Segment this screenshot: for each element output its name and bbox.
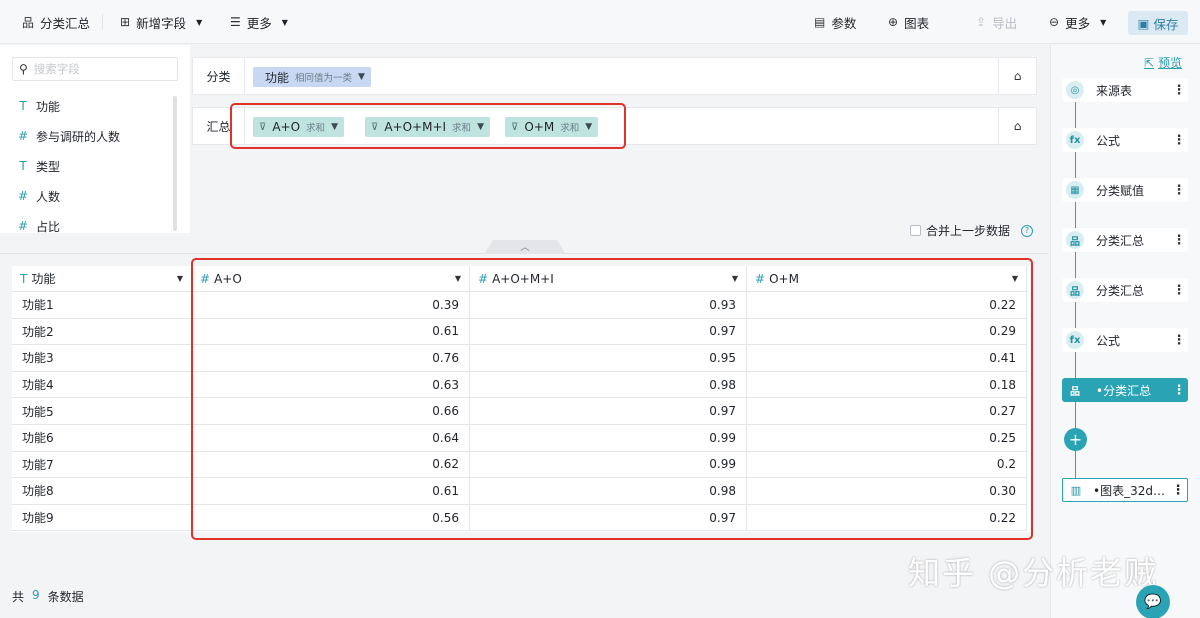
- row-label-cell: 功能3: [12, 345, 192, 372]
- row-label-cell: 功能8: [12, 478, 192, 505]
- chart-icon: ▥: [1070, 483, 1082, 497]
- add-field-button[interactable]: ⊞ 新增字段 ▼: [120, 0, 202, 44]
- merge-previous-option[interactable]: 合并上一步数据 ?: [910, 222, 1034, 239]
- row-label-cell: 功能2: [12, 318, 192, 346]
- highlight-box-summary: [230, 103, 626, 149]
- highlight-box-table: [191, 258, 1033, 540]
- pipeline-step[interactable]: fx 公式 ⋮: [1062, 128, 1188, 152]
- chevron-down-icon[interactable]: ▼: [358, 72, 365, 82]
- list-icon: ☰: [230, 15, 241, 29]
- row-label-cell: 功能6: [12, 425, 192, 452]
- merge-checkbox[interactable]: [910, 225, 921, 236]
- group-by-row: 分类 功能 相同值为一类 ▼ ⌂: [192, 57, 1037, 95]
- more-menu-right[interactable]: ⊖ 更多 ▼: [1049, 0, 1106, 44]
- chevron-down-icon[interactable]: ▼: [177, 274, 183, 283]
- assign-icon: ▦: [1066, 181, 1084, 199]
- formula-icon: fx: [1066, 331, 1084, 349]
- watermark: 知乎 @分析老贼: [908, 554, 1159, 592]
- export-icon: ⇪: [976, 15, 987, 29]
- formula-icon: fx: [1066, 131, 1084, 149]
- help-icon[interactable]: ?: [1021, 224, 1034, 237]
- search-icon: ⚲: [19, 62, 28, 76]
- preview-link[interactable]: ⇱ 预览: [1144, 54, 1182, 71]
- chevron-down-icon: ▼: [281, 17, 288, 27]
- chat-help-button[interactable]: 💬: [1136, 585, 1170, 618]
- clear-icon[interactable]: ⌂: [998, 58, 1036, 94]
- fields-panel: ⚲ T 功能 # 参与调研的人数 T 类型 # 人数 # 占比: [0, 45, 190, 234]
- chevron-down-icon: ▼: [196, 17, 203, 27]
- search-box[interactable]: ⚲: [12, 57, 178, 81]
- row-label-cell: 功能1: [12, 292, 192, 319]
- more-vertical-icon[interactable]: ⋮: [1170, 283, 1188, 298]
- more-vertical-icon[interactable]: ⋮: [1170, 83, 1188, 98]
- pipeline-step[interactable]: ▦ 分类赋值 ⋮: [1062, 178, 1188, 202]
- add-step-button[interactable]: +: [1064, 428, 1087, 451]
- preview-icon: ⇱: [1144, 55, 1155, 70]
- pipeline-step[interactable]: 品分类汇总 ⋮: [1062, 228, 1188, 252]
- pipeline-step[interactable]: ◎ 来源表 ⋮: [1062, 78, 1188, 102]
- chart-step[interactable]: ▥ •图表_32d1... ⋮: [1062, 478, 1188, 502]
- add-circle-icon: ⊕: [888, 15, 899, 29]
- add-field-icon: ⊞: [120, 15, 131, 29]
- text-type-icon: T: [19, 159, 27, 173]
- export-button[interactable]: ⇪ 导出: [976, 0, 1017, 44]
- save-button[interactable]: ▣ 保存: [1128, 11, 1188, 35]
- search-input[interactable]: [33, 62, 164, 76]
- group-summary-icon: 品: [22, 15, 35, 30]
- row-label-cell: 功能7: [12, 451, 192, 479]
- params-icon: ▤: [814, 15, 826, 29]
- toolbar-title[interactable]: 品 分类汇总: [22, 0, 90, 44]
- text-type-icon: T: [20, 271, 28, 286]
- top-toolbar: 品 分类汇总 ⊞ 新增字段 ▼ ☰ 更多 ▼ ▤ 参数 ⊕ 图表 ⇪ 导出 ⊖ …: [0, 0, 1200, 44]
- more-vertical-icon[interactable]: ⋮: [1170, 133, 1188, 148]
- chevron-down-icon: ▼: [1100, 17, 1107, 27]
- more-circle-icon: ⊖: [1049, 15, 1060, 29]
- row-label-cell: 功能4: [12, 371, 192, 399]
- chevron-up-icon: ︿: [520, 243, 530, 253]
- group-icon: 品: [1066, 281, 1084, 299]
- more-vertical-icon[interactable]: ⋮: [1170, 233, 1188, 248]
- row-count: 共 9 条数据: [12, 588, 84, 604]
- more-vertical-icon[interactable]: ⋮: [1169, 483, 1187, 498]
- pipeline-step[interactable]: fx 公式 ⋮: [1062, 328, 1188, 352]
- more-vertical-icon[interactable]: ⋮: [1170, 383, 1188, 398]
- number-type-icon: #: [18, 219, 29, 233]
- chat-icon: 💬: [1144, 594, 1162, 610]
- collapse-handle[interactable]: ︿: [485, 240, 565, 253]
- source-icon: ◎: [1066, 81, 1084, 99]
- number-type-icon: #: [18, 189, 29, 203]
- group-field-chip[interactable]: 功能 相同值为一类 ▼: [253, 67, 371, 87]
- field-item[interactable]: T 功能: [18, 98, 60, 114]
- fields-scrollbar[interactable]: [173, 96, 177, 231]
- save-icon: ▣: [1137, 15, 1150, 31]
- field-item[interactable]: T 类型: [18, 158, 60, 174]
- more-menu-left[interactable]: ☰ 更多 ▼: [230, 0, 288, 44]
- field-item[interactable]: # 人数: [18, 188, 60, 204]
- number-type-icon: #: [18, 129, 29, 143]
- pipeline-step[interactable]: 品分类汇总 ⋮: [1062, 278, 1188, 302]
- column-header[interactable]: T 功能 ▼: [12, 266, 192, 292]
- text-type-icon: T: [19, 99, 27, 113]
- more-vertical-icon[interactable]: ⋮: [1170, 333, 1188, 348]
- panel-divider: [0, 253, 1048, 254]
- toolbar-divider: [102, 14, 103, 30]
- row-label-cell: 功能9: [12, 504, 192, 532]
- field-item[interactable]: # 占比: [18, 218, 60, 234]
- clear-icon[interactable]: ⌂: [998, 108, 1036, 144]
- group-icon: 品: [1066, 231, 1084, 249]
- chart-button[interactable]: ⊕ 图表: [888, 0, 929, 44]
- more-vertical-icon[interactable]: ⋮: [1170, 183, 1188, 198]
- group-by-label: 分类: [193, 58, 245, 94]
- pipeline-step[interactable]: 品 •分类汇总 ⋮: [1062, 378, 1188, 402]
- group-icon: 品: [1070, 386, 1080, 398]
- params-button[interactable]: ▤ 参数: [814, 0, 856, 44]
- row-label-cell: 功能5: [12, 398, 192, 425]
- field-item[interactable]: # 参与调研的人数: [18, 128, 120, 144]
